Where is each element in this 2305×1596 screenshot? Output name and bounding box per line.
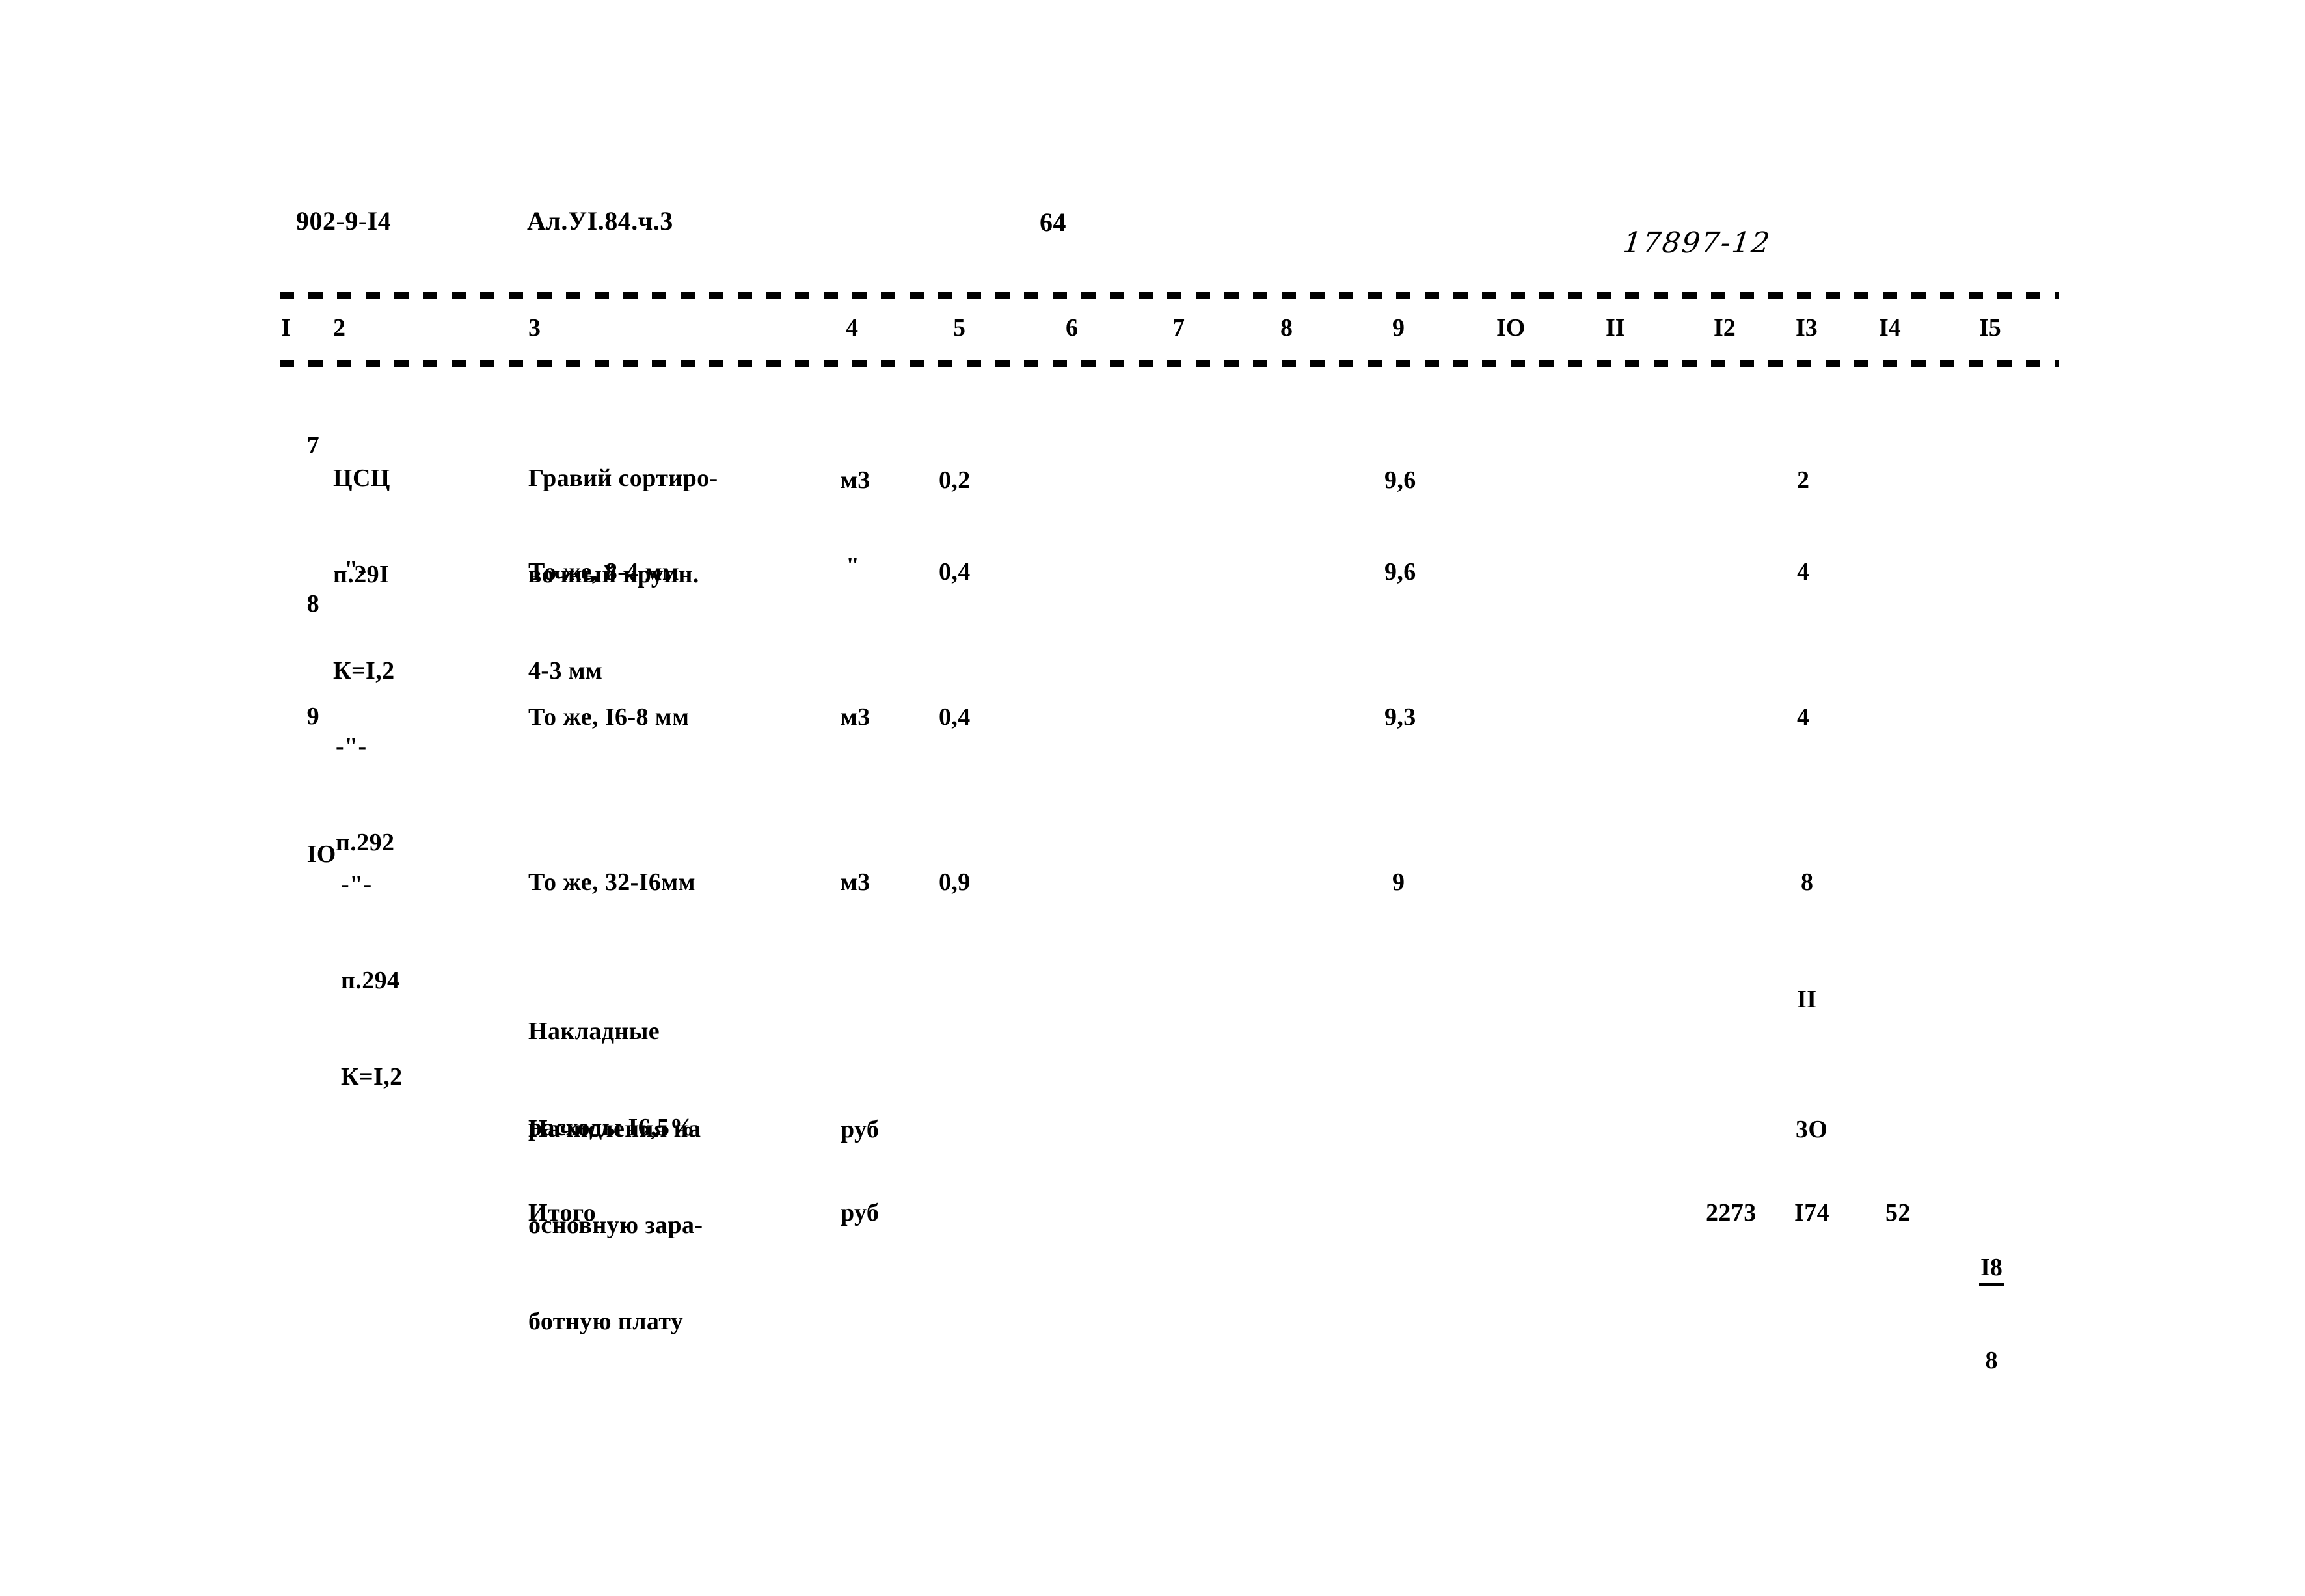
row-number: IO xyxy=(306,841,336,869)
column-header-1: I xyxy=(281,314,291,342)
total-col12: 2273 xyxy=(1706,1199,1757,1226)
summary-label-line: Накладные xyxy=(528,1017,660,1045)
row-quantity: 0,9 xyxy=(939,869,971,896)
table-row: 8 xyxy=(281,556,319,653)
row-unit: м3 xyxy=(841,467,870,494)
column-header-6: 6 xyxy=(1066,314,1078,342)
summary-label-line: ботную плату xyxy=(528,1308,684,1336)
column-header-10: IO xyxy=(1496,314,1526,342)
row-quantity: 0,4 xyxy=(939,703,971,731)
column-header-2: 2 xyxy=(333,314,345,342)
column-header-4: 4 xyxy=(846,314,858,342)
row-number: 8 xyxy=(306,590,320,618)
column-header-12: I2 xyxy=(1714,314,1736,342)
row-description: То же, 32-I6мм xyxy=(528,869,695,896)
page-number: 64 xyxy=(1040,208,1066,237)
summary-label-line: Начисления на xyxy=(528,1115,701,1143)
row-col9: 9,6 xyxy=(1384,467,1416,494)
total-label: Итого xyxy=(528,1199,597,1226)
row-col13: 4 xyxy=(1797,558,1810,586)
archive-stamp: 17897-12 xyxy=(1621,226,1773,260)
row-unit: м3 xyxy=(841,869,870,896)
row-quantity: 0,2 xyxy=(939,467,971,494)
table-top-rule xyxy=(280,292,2059,299)
row-col9: 9 xyxy=(1392,869,1405,896)
row-unit: м3 xyxy=(841,703,870,731)
summary-col13-overheads: II xyxy=(1797,986,1817,1013)
summary-col13-payroll-charges: 3O xyxy=(1796,1116,1828,1143)
row-description-line: Гравий сортиро- xyxy=(528,464,718,492)
row-unit: " xyxy=(846,552,860,580)
row-quantity: 0,4 xyxy=(939,558,971,586)
column-header-5: 5 xyxy=(953,314,965,342)
summary-unit-payroll-charges: руб xyxy=(841,1116,880,1143)
row-col13: 8 xyxy=(1801,869,1814,896)
row-reference-line: -"- xyxy=(336,732,367,760)
column-header-7: 7 xyxy=(1172,314,1185,342)
column-header-13: I3 xyxy=(1796,314,1818,342)
row-reference-line: К=I,2 xyxy=(341,1063,403,1091)
total-col14: 52 xyxy=(1885,1199,1911,1226)
row-description: То же, 8-4 мм xyxy=(528,558,680,586)
column-header-9: 9 xyxy=(1392,314,1405,342)
album-reference: Ал.УI.84.ч.3 xyxy=(527,206,673,236)
column-header-11: II xyxy=(1606,314,1625,342)
column-header-14: I4 xyxy=(1879,314,1901,342)
table-row: 7 xyxy=(281,398,319,494)
row-reference-line: -"- xyxy=(341,870,372,898)
table-row: 9 xyxy=(281,669,319,765)
total-unit: руб xyxy=(841,1199,880,1226)
total-col13: I74 xyxy=(1794,1199,1829,1226)
row-col13: 4 xyxy=(1797,703,1810,731)
row-col13: 2 xyxy=(1797,467,1810,494)
table-bottom-rule xyxy=(280,360,2059,367)
document-page: 902-9-I4 Ал.УI.84.ч.3 64 17897-12 I 2 3 … xyxy=(0,0,2305,1596)
row-col9: 9,3 xyxy=(1384,703,1416,731)
row-reference-line: п.294 xyxy=(341,966,400,994)
total-col15-fraction: I8 8 xyxy=(1979,1195,2004,1434)
total-col15-numerator: I8 xyxy=(1979,1253,2004,1286)
row-reference-line: ЦСЦ xyxy=(333,464,390,492)
row-number: 9 xyxy=(306,703,320,731)
column-header-3: 3 xyxy=(528,314,541,342)
table-row: IO xyxy=(281,807,336,903)
row-description-line: 4-3 мм xyxy=(528,657,603,685)
row-description: То же, I6-8 мм xyxy=(528,703,690,731)
series-code: 902-9-I4 xyxy=(296,206,392,236)
row-col9: 9,6 xyxy=(1384,558,1416,586)
row-number: 7 xyxy=(306,432,320,460)
column-header-8: 8 xyxy=(1280,314,1293,342)
row-reference: -"- xyxy=(336,556,367,584)
column-header-15: I5 xyxy=(1979,314,2001,342)
total-col15-denominator: 8 xyxy=(1985,1347,1998,1375)
row-reference: -"- п.294 К=I,2 xyxy=(341,804,403,1157)
